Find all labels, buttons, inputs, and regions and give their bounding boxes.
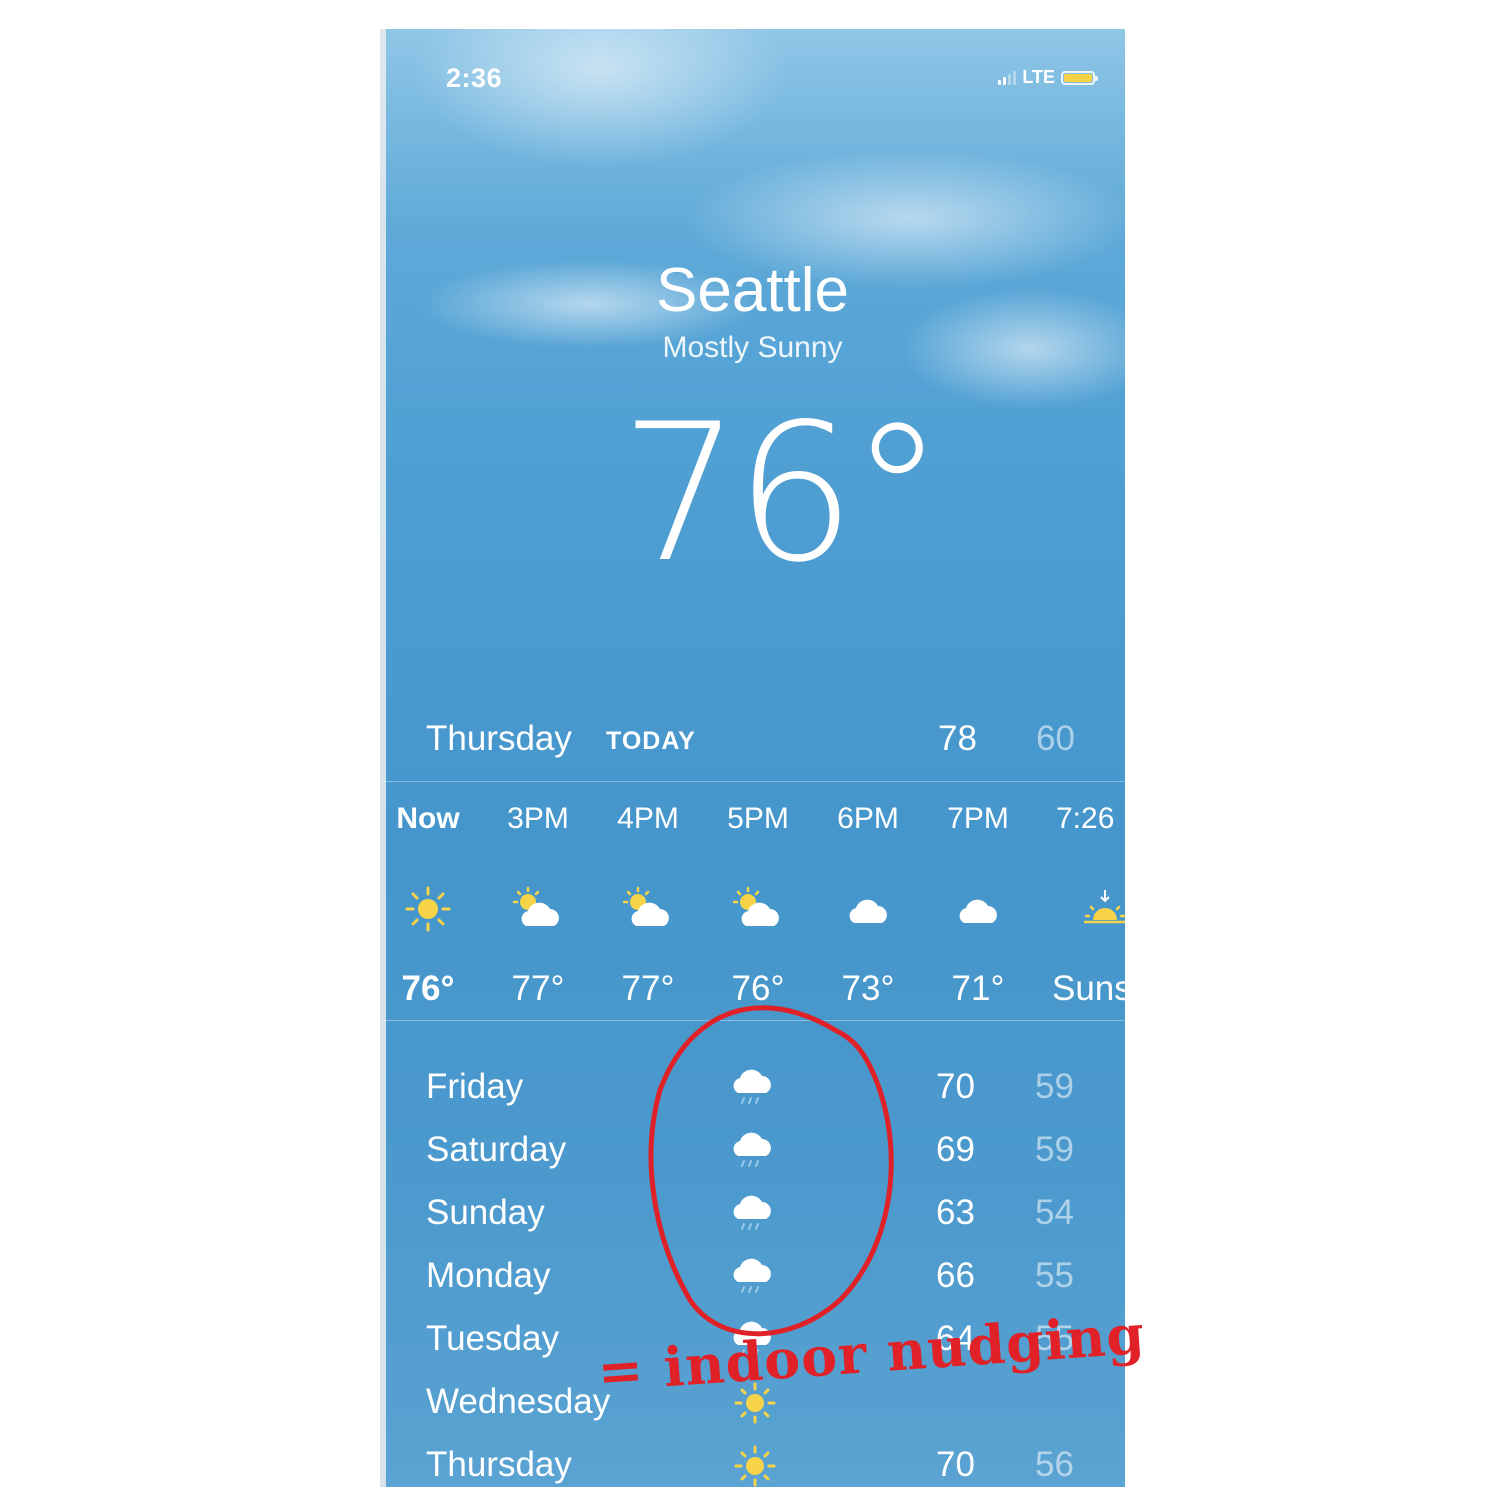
hour-temp: 77°	[511, 969, 565, 1008]
hour-temp: 76°	[731, 969, 785, 1008]
hour-temp: 76°	[401, 969, 455, 1008]
hour-label: 6PM	[837, 802, 899, 835]
rain-icon	[730, 1252, 780, 1302]
status-indicators: LTE	[998, 67, 1098, 88]
signal-icon	[998, 70, 1017, 85]
daily-forecast[interactable]: Friday 70 59 Saturday 69 59 Sunday 63 54…	[380, 1059, 1125, 1487]
day-name: Saturday	[426, 1130, 567, 1169]
hour-item: 3PM 77°	[488, 799, 588, 1009]
current-condition: Mostly Sunny	[662, 331, 843, 364]
network-label: LTE	[1022, 67, 1055, 87]
day-low: 54	[1035, 1193, 1074, 1232]
day-low: 59	[1035, 1067, 1074, 1106]
today-day: Thursday	[426, 719, 572, 758]
hour-item: 7PM 71°	[928, 799, 1028, 1009]
rain-icon	[730, 1126, 780, 1176]
day-high: 70	[936, 1067, 975, 1106]
day-name: Wednesday	[426, 1382, 611, 1421]
hour-item: 5PM 76°	[708, 799, 808, 1009]
divider	[380, 1020, 1125, 1021]
city-name: Seattle	[655, 256, 850, 325]
hour-label: 7PM	[947, 802, 1009, 835]
status-time: 2:36	[446, 63, 503, 93]
weather-app-screen: 2:36 LTE Seattle Mostly Sunny 76° Thursd…	[380, 29, 1125, 1487]
sun-icon	[730, 1441, 780, 1487]
day-name: Friday	[426, 1067, 524, 1106]
daily-row: Saturday 69 59	[380, 1122, 1125, 1185]
battery-icon	[1061, 70, 1098, 85]
today-low: 60	[1036, 719, 1075, 758]
sky-cloud	[410, 29, 790, 169]
partly-cloudy-icon	[598, 869, 698, 949]
daily-row: Monday 66 55	[380, 1248, 1125, 1311]
hour-label: 5PM	[727, 802, 789, 835]
cloud-icon	[818, 869, 918, 949]
daily-row: Friday 70 59	[380, 1059, 1125, 1122]
divider	[380, 781, 1125, 782]
hour-item: 4PM 77°	[598, 799, 698, 1009]
hour-temp: 71°	[951, 969, 1005, 1008]
day-low: 55	[1035, 1256, 1074, 1295]
partly-cloudy-icon	[708, 869, 808, 949]
day-low: 56	[1035, 1445, 1074, 1484]
day-low: 59	[1035, 1130, 1074, 1169]
today-tag: TODAY	[606, 727, 696, 755]
day-name: Monday	[426, 1256, 551, 1295]
hour-item: 6PM 73°	[818, 799, 918, 1009]
day-high: 70	[936, 1445, 975, 1484]
sunset-icon	[1042, 869, 1125, 949]
hour-temp: 77°	[621, 969, 675, 1008]
today-summary: Thursday TODAY 78 60	[380, 719, 1125, 779]
day-name: Tuesday	[426, 1319, 559, 1358]
hour-item: 7:26 Suns	[1042, 799, 1125, 1009]
hour-item: Now 76°	[380, 799, 478, 1009]
day-name: Thursday	[426, 1445, 572, 1484]
day-high: 66	[936, 1256, 975, 1295]
sun-icon	[380, 869, 478, 949]
today-high: 78	[938, 719, 977, 758]
daily-row: Thursday 70 56	[380, 1437, 1125, 1487]
rain-icon	[730, 1063, 780, 1113]
hour-label: Now	[396, 802, 460, 835]
partly-cloudy-icon	[488, 869, 588, 949]
day-high: 69	[936, 1130, 975, 1169]
hour-temp: Suns	[1052, 969, 1125, 1008]
current-temperature: 76°	[620, 383, 945, 604]
hour-temp: 73°	[841, 969, 895, 1008]
day-name: Sunday	[426, 1193, 545, 1232]
daily-row: Sunday 63 54	[380, 1185, 1125, 1248]
hourly-forecast[interactable]: Now 76° 3PM 77° 4PM 77° 5PM 76° 6PM 73° …	[380, 799, 1125, 1019]
day-high: 63	[936, 1193, 975, 1232]
hour-label: 4PM	[617, 802, 679, 835]
cloud-icon	[928, 869, 1028, 949]
hour-label: 7:26	[1056, 802, 1115, 835]
rain-icon	[730, 1189, 780, 1239]
hour-label: 3PM	[507, 802, 569, 835]
